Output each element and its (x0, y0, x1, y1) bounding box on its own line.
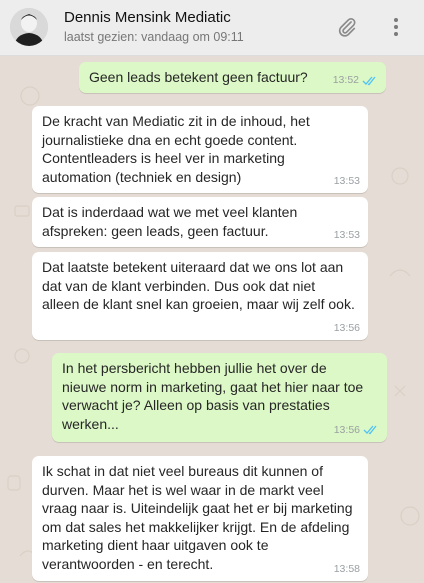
chat-area[interactable]: Geen leads betekent geen factuur? 13:52 … (0, 56, 424, 583)
paperclip-icon[interactable] (334, 14, 360, 40)
double-check-icon (363, 425, 377, 435)
message-meta: 13:53 (334, 226, 360, 245)
double-check-icon (362, 76, 376, 86)
message-time: 13:53 (333, 228, 360, 241)
avatar-portrait-icon (10, 8, 48, 46)
message-text: De kracht van Mediatic zit in de inhoud,… (42, 113, 310, 185)
message-meta: 13:52 (333, 71, 378, 90)
message-bubble-incoming[interactable]: Ik schat in dat niet veel bureaus dit ku… (32, 456, 368, 581)
chat-header: Dennis Mensink Mediatic laatst gezien: v… (0, 0, 424, 56)
contact-name[interactable]: Dennis Mensink Mediatic (64, 9, 231, 26)
message-text: In het persbericht hebben jullie het ove… (62, 360, 364, 432)
message-meta: 13:53 (334, 172, 360, 191)
message-text: Ik schat in dat niet veel bureaus dit ku… (42, 463, 353, 572)
message-bubble-incoming[interactable]: Dat is inderdaad wat we met veel klanten… (32, 197, 368, 247)
message-time: 13:52 (332, 74, 359, 86)
message-text: Dat is inderdaad wat we met veel klanten… (42, 204, 298, 239)
message-text: Dat laatste betekent uiteraard dat we on… (42, 259, 355, 312)
message-time: 13:53 (333, 174, 360, 187)
message-time: 13:58 (333, 562, 360, 575)
message-bubble-outgoing[interactable]: Geen leads betekent geen factuur? 13:52 (79, 62, 386, 93)
menu-dots-icon[interactable] (383, 14, 409, 40)
message-meta: 13:58 (334, 560, 360, 579)
message-time: 13:56 (333, 321, 360, 334)
message-time: 13:56 (333, 423, 360, 436)
message-meta: 13:56 (334, 421, 379, 440)
contact-avatar[interactable] (10, 8, 48, 46)
message-bubble-incoming[interactable]: De kracht van Mediatic zit in de inhoud,… (32, 106, 368, 193)
message-meta: 13:56 (334, 319, 360, 338)
message-bubble-incoming[interactable]: Dat laatste betekent uiteraard dat we on… (32, 252, 368, 340)
message-bubble-outgoing[interactable]: In het persbericht hebben jullie het ove… (52, 353, 387, 442)
last-seen-status: laatst gezien: vandaag om 09:11 (64, 30, 244, 44)
